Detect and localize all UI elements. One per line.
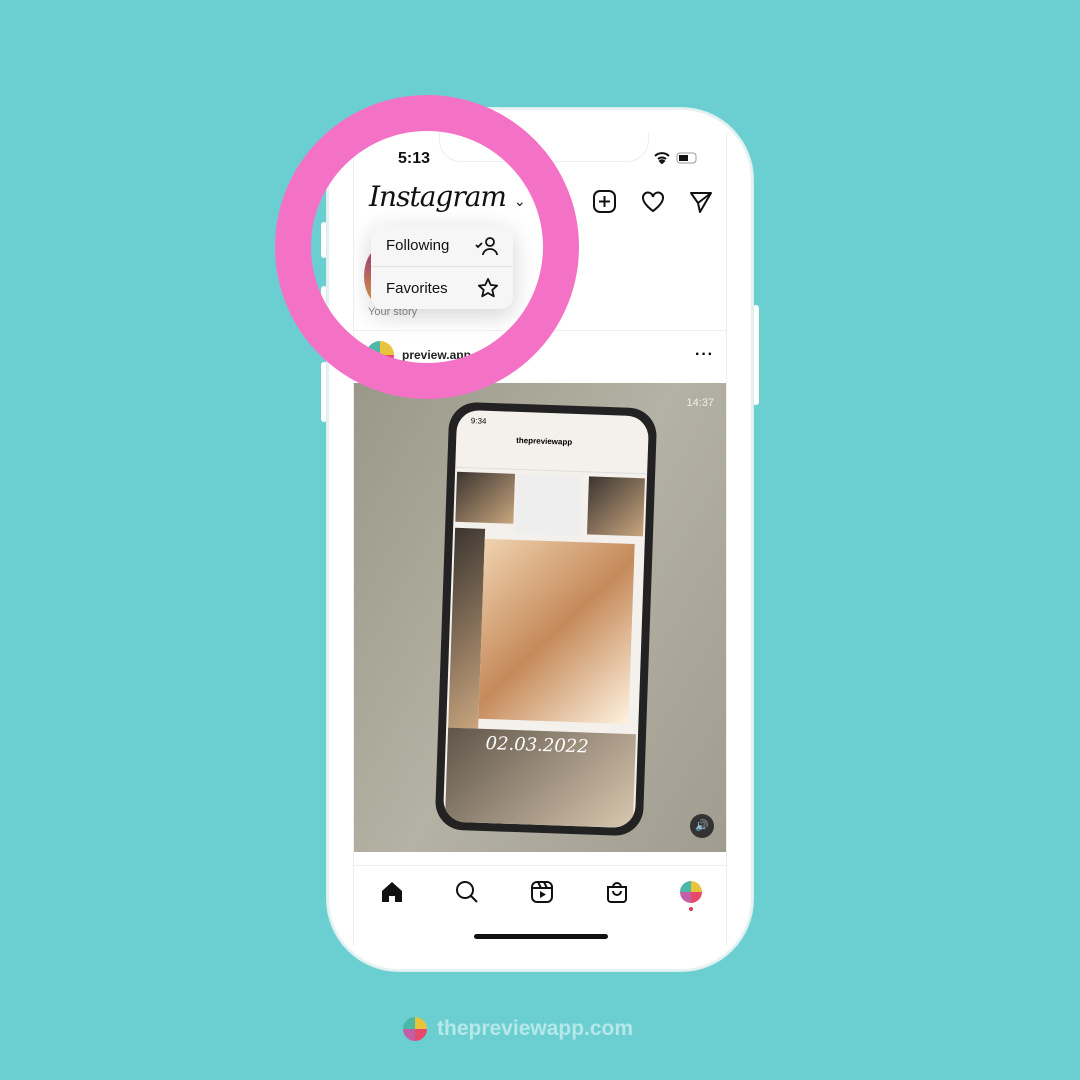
home-icon[interactable] — [380, 880, 404, 904]
new-post-icon[interactable] — [592, 189, 618, 215]
video-phone: 9:34 thepreviewapp 02.03.2022 — [434, 401, 658, 837]
post-video[interactable]: 14:37 9:34 thepreviewapp 02.03.2022 🔊 — [354, 383, 726, 852]
more-options-icon[interactable]: ··· — [695, 346, 714, 364]
power-button — [753, 305, 759, 405]
bottom-nav — [354, 867, 726, 917]
brand-text: thepreviewapp.com — [437, 1017, 634, 1040]
inner-username: thepreviewapp — [516, 435, 573, 447]
battery-icon — [676, 152, 697, 164]
video-timestamp: 14:37 — [686, 397, 714, 409]
volume-icon[interactable]: 🔊 — [690, 814, 714, 838]
wifi-icon — [654, 152, 670, 164]
profile-tab[interactable] — [680, 881, 703, 911]
notification-dot — [689, 907, 694, 911]
status-icons — [654, 152, 700, 164]
inner-tabs — [455, 449, 648, 475]
footer-brand: thepreviewapp.com — [403, 1017, 633, 1041]
highlight-ring — [275, 95, 579, 399]
profile-icon[interactable] — [680, 881, 703, 903]
inner-time: 9:34 — [470, 416, 487, 426]
search-icon[interactable] — [455, 880, 479, 904]
reels-icon[interactable] — [530, 880, 554, 904]
header-actions — [592, 189, 714, 215]
divider — [354, 865, 726, 866]
brand-logo-icon — [403, 1017, 427, 1041]
home-indicator — [474, 934, 608, 939]
shop-icon[interactable] — [605, 880, 629, 904]
inner-date-overlay: 02.03.2022 — [485, 732, 589, 758]
direct-message-icon[interactable] — [688, 189, 714, 215]
heart-icon[interactable] — [640, 189, 666, 215]
